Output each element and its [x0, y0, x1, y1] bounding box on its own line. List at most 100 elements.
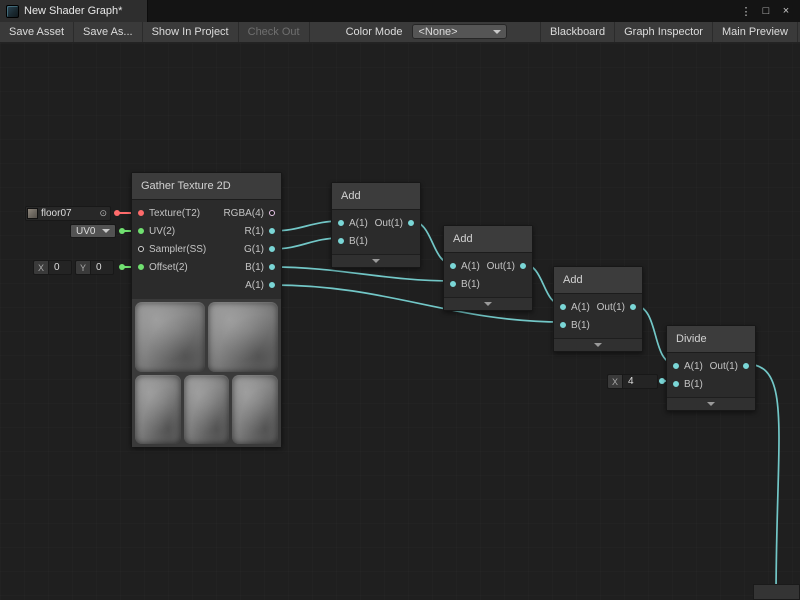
port-label: Offset(2)	[149, 262, 188, 273]
port-label: UV(2)	[149, 226, 175, 237]
node-gather-texture-2d[interactable]: Gather Texture 2D Texture(T2) UV(2) Samp…	[131, 172, 282, 447]
node-title: Add	[332, 183, 420, 210]
port-dot-a[interactable]	[450, 263, 456, 269]
port-a-in[interactable]: A(1)	[444, 257, 480, 275]
offscreen-node-edge[interactable]	[753, 584, 800, 600]
graph-canvas[interactable]: Gather Texture 2D Texture(T2) UV(2) Samp…	[0, 43, 800, 600]
wire-layer	[0, 43, 800, 600]
port-sampler-in[interactable]: Sampler(SS)	[132, 240, 206, 258]
object-picker-icon[interactable]: ⊙	[99, 209, 107, 218]
node-title: Gather Texture 2D	[132, 173, 281, 200]
uv-channel-value: UV0	[76, 226, 95, 237]
divide-b-input[interactable]: 4	[622, 374, 658, 389]
port-dot-rgba[interactable]	[269, 210, 275, 216]
show-in-project-button[interactable]: Show In Project	[143, 22, 239, 42]
shader-graph-icon	[6, 5, 19, 18]
port-label: RGBA(4)	[223, 208, 264, 219]
port-dot-b[interactable]	[560, 322, 566, 328]
port-texture-in[interactable]: Texture(T2)	[132, 204, 206, 222]
port-dot-a[interactable]	[673, 363, 679, 369]
offset-x-input[interactable]: 0	[48, 260, 72, 275]
divide-b-field: X 4	[607, 374, 658, 389]
main-preview-toggle-button[interactable]: Main Preview	[712, 22, 798, 42]
port-out[interactable]: Out(1)	[597, 298, 642, 316]
port-a-in[interactable]: A(1)	[667, 357, 703, 375]
port-dot-a[interactable]	[269, 282, 275, 288]
port-uv-in[interactable]: UV(2)	[132, 222, 206, 240]
node-title: Add	[444, 226, 532, 253]
maximize-icon[interactable]: □	[758, 5, 774, 17]
tab-new-shader-graph[interactable]: New Shader Graph*	[0, 0, 148, 22]
port-label: A(1)	[461, 261, 480, 272]
port-dot-out[interactable]	[520, 263, 526, 269]
port-b-in[interactable]: B(1)	[667, 375, 703, 393]
port-a-in[interactable]: A(1)	[554, 298, 590, 316]
port-dot-b[interactable]	[673, 381, 679, 387]
port-b-out[interactable]: B(1)	[223, 258, 281, 276]
port-label: A(1)	[349, 218, 368, 229]
uv-channel-dropdown[interactable]: UV0	[70, 224, 116, 238]
save-asset-button[interactable]: Save Asset	[0, 22, 74, 42]
color-mode-label: Color Mode	[338, 22, 411, 42]
collapse-bar[interactable]	[444, 297, 532, 310]
collapse-bar[interactable]	[667, 397, 755, 410]
node-add-2[interactable]: Add A(1) B(1) Out(1)	[443, 225, 533, 311]
port-dot-a[interactable]	[560, 304, 566, 310]
port-dot-b[interactable]	[450, 281, 456, 287]
window-menu-icon[interactable]: ⋮	[738, 5, 754, 18]
port-dot-g[interactable]	[269, 246, 275, 252]
port-label: B(1)	[245, 262, 264, 273]
port-out[interactable]: Out(1)	[375, 214, 420, 232]
texture-object-field[interactable]: floor07 ⊙	[25, 206, 111, 221]
port-b-in[interactable]: B(1)	[332, 232, 368, 250]
port-offset-in[interactable]: Offset(2)	[132, 258, 206, 276]
port-dot-b[interactable]	[338, 238, 344, 244]
preview-tile	[208, 302, 278, 372]
tab-title: New Shader Graph*	[24, 5, 122, 17]
port-label: A(1)	[571, 302, 590, 313]
preview-tile	[135, 375, 181, 445]
collapse-bar[interactable]	[332, 254, 420, 267]
port-g-out[interactable]: G(1)	[223, 240, 281, 258]
port-dot-texture[interactable]	[138, 210, 144, 216]
preview-tile	[232, 375, 278, 445]
port-dot-offset[interactable]	[138, 264, 144, 270]
save-as-button[interactable]: Save As...	[74, 22, 143, 42]
port-dot-a[interactable]	[338, 220, 344, 226]
x4-stub-dot[interactable]	[659, 378, 665, 384]
port-dot-out[interactable]	[743, 363, 749, 369]
collapse-bar[interactable]	[554, 338, 642, 351]
uv-stub-dot[interactable]	[119, 228, 125, 234]
port-b-in[interactable]: B(1)	[444, 275, 480, 293]
port-rgba-out[interactable]: RGBA(4)	[223, 204, 281, 222]
offset-stub-dot[interactable]	[119, 264, 125, 270]
port-a-out[interactable]: A(1)	[223, 276, 281, 294]
node-divide[interactable]: Divide A(1) B(1) Out(1)	[666, 325, 756, 411]
port-b-in[interactable]: B(1)	[554, 316, 590, 334]
close-icon[interactable]: ×	[778, 5, 794, 17]
port-dot-sampler[interactable]	[138, 246, 144, 252]
node-add-3[interactable]: Add A(1) B(1) Out(1)	[553, 266, 643, 352]
port-a-in[interactable]: A(1)	[332, 214, 368, 232]
color-mode-dropdown[interactable]: <None>	[412, 24, 507, 39]
blackboard-toggle-button[interactable]: Blackboard	[540, 22, 614, 42]
port-label: Out(1)	[487, 261, 515, 272]
port-dot-b[interactable]	[269, 264, 275, 270]
port-dot-r[interactable]	[269, 228, 275, 234]
offset-y-input[interactable]: 0	[90, 260, 114, 275]
port-label: A(1)	[245, 280, 264, 291]
window-controls: ⋮ □ ×	[738, 0, 800, 22]
chevron-down-icon	[484, 302, 492, 306]
node-add-1[interactable]: Add A(1) B(1) Out(1)	[331, 182, 421, 268]
port-out[interactable]: Out(1)	[710, 357, 755, 375]
port-dot-out[interactable]	[630, 304, 636, 310]
divide-b-label: X	[607, 374, 622, 389]
port-r-out[interactable]: R(1)	[223, 222, 281, 240]
port-out[interactable]: Out(1)	[487, 257, 532, 275]
port-dot-uv[interactable]	[138, 228, 144, 234]
dropdown-caret-icon	[102, 229, 110, 233]
texture-stub-dot[interactable]	[114, 210, 120, 216]
graph-inspector-toggle-button[interactable]: Graph Inspector	[614, 22, 712, 42]
port-label: A(1)	[684, 361, 703, 372]
port-dot-out[interactable]	[408, 220, 414, 226]
